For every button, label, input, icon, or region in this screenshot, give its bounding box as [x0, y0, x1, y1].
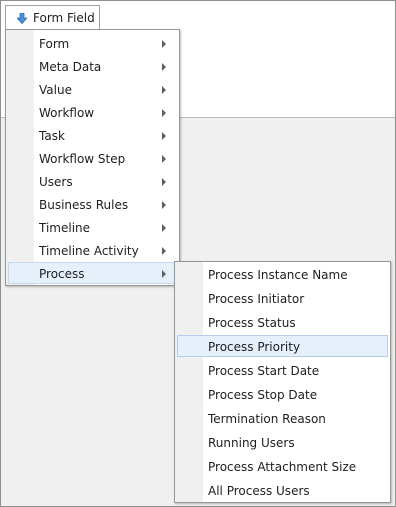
menu-item-timeline-activity[interactable]: Timeline Activity: [8, 239, 177, 261]
menu-item-label: Value: [39, 83, 72, 97]
submenu-item-label: All Process Users: [208, 484, 310, 498]
menu-item-value[interactable]: Value: [8, 78, 177, 100]
menu-item-business-rules[interactable]: Business Rules: [8, 193, 177, 215]
submenu-item-label: Process Priority: [208, 340, 301, 354]
down-arrow-icon: [17, 13, 27, 24]
submenu-arrow-icon: [162, 270, 166, 278]
process-submenu: Process Instance Name Process Initiator …: [174, 261, 391, 503]
menu-item-process[interactable]: Process: [8, 262, 177, 284]
submenu-item-all-process-users[interactable]: All Process Users: [177, 479, 388, 501]
menu-item-timeline[interactable]: Timeline: [8, 216, 177, 238]
menu-item-form[interactable]: Form: [8, 32, 177, 54]
menu-item-label: Timeline: [39, 221, 91, 235]
submenu-item-label: Process Status: [208, 316, 296, 330]
submenu-item-label: Process Initiator: [208, 292, 305, 306]
submenu-arrow-icon: [162, 201, 166, 209]
submenu-arrow-icon: [162, 86, 166, 94]
menu-item-meta-data[interactable]: Meta Data: [8, 55, 177, 77]
submenu-item-process-instance-name[interactable]: Process Instance Name: [177, 263, 388, 285]
submenu-item-process-status[interactable]: Process Status: [177, 311, 388, 333]
submenu-arrow-icon: [162, 178, 166, 186]
field-category-menu: Form Meta Data Value Workflow Task Workf…: [5, 29, 180, 286]
submenu-item-label: Running Users: [208, 436, 295, 450]
submenu-item-process-initiator[interactable]: Process Initiator: [177, 287, 388, 309]
menu-item-label: Process: [39, 267, 85, 281]
submenu-arrow-icon: [162, 40, 166, 48]
submenu-arrow-icon: [162, 109, 166, 117]
menu-item-task[interactable]: Task: [8, 124, 177, 146]
submenu-arrow-icon: [162, 247, 166, 255]
form-field-button[interactable]: Form Field: [5, 5, 100, 29]
menu-item-users[interactable]: Users: [8, 170, 177, 192]
form-field-label: Form Field: [33, 11, 95, 25]
submenu-item-termination-reason[interactable]: Termination Reason: [177, 407, 388, 429]
submenu-item-process-stop-date[interactable]: Process Stop Date: [177, 383, 388, 405]
menu-item-label: Form: [39, 37, 70, 51]
menu-item-label: Meta Data: [39, 60, 102, 74]
submenu-item-running-users[interactable]: Running Users: [177, 431, 388, 453]
submenu-item-label: Process Stop Date: [208, 388, 318, 402]
menu-item-label: Users: [39, 175, 73, 189]
submenu-arrow-icon: [162, 155, 166, 163]
submenu-item-process-attachment-size[interactable]: Process Attachment Size: [177, 455, 388, 477]
submenu-item-label: Termination Reason: [208, 412, 326, 426]
submenu-arrow-icon: [162, 63, 166, 71]
menu-item-label: Business Rules: [39, 198, 129, 212]
submenu-item-process-priority[interactable]: Process Priority: [177, 335, 388, 357]
menu-item-label: Workflow: [39, 106, 95, 120]
menu-item-label: Workflow Step: [39, 152, 126, 166]
submenu-item-label: Process Attachment Size: [208, 460, 357, 474]
submenu-arrow-icon: [162, 132, 166, 140]
submenu-arrow-icon: [162, 224, 166, 232]
submenu-item-label: Process Instance Name: [208, 268, 348, 282]
menu-item-label: Timeline Activity: [39, 244, 139, 258]
submenu-item-process-start-date[interactable]: Process Start Date: [177, 359, 388, 381]
submenu-item-label: Process Start Date: [208, 364, 320, 378]
menu-item-workflow[interactable]: Workflow: [8, 101, 177, 123]
menu-item-workflow-step[interactable]: Workflow Step: [8, 147, 177, 169]
menu-item-label: Task: [39, 129, 65, 143]
